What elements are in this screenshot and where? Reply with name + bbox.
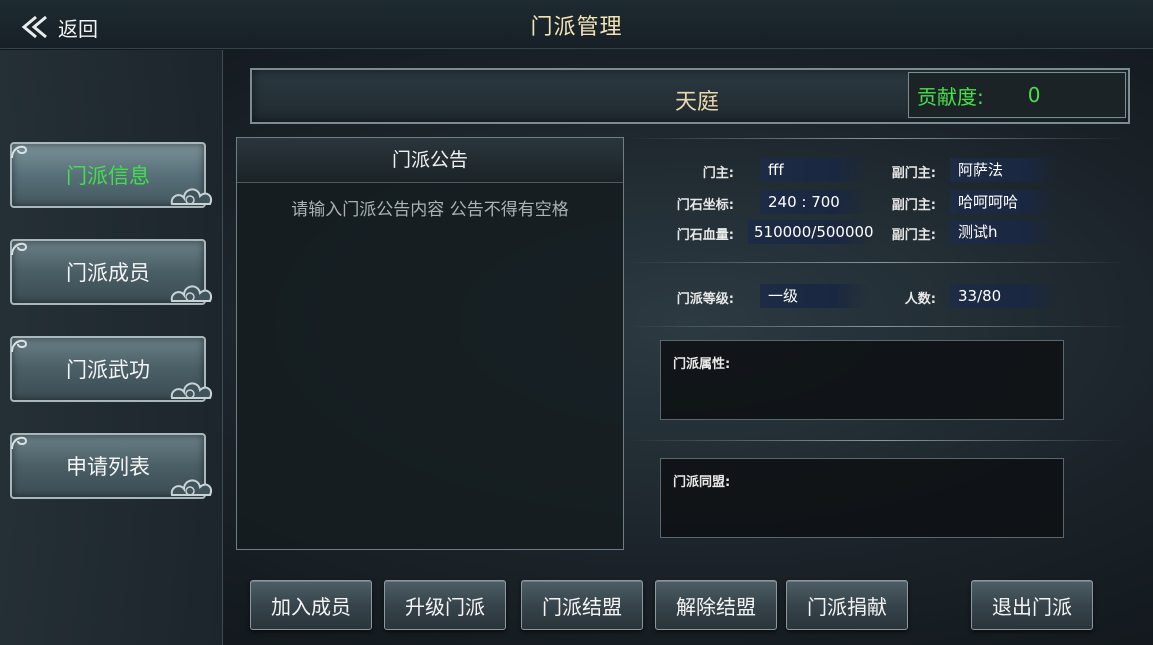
contribution-value: 0 (1027, 83, 1041, 107)
sidebar-item-label: 门派武功 (66, 358, 150, 382)
join-member-button[interactable]: 加入成员 (250, 580, 372, 630)
top-bar: 返回 门派管理 (0, 0, 1153, 49)
stone-hp-value: 510000/500000 (748, 220, 874, 244)
contribution-box: 贡献度: 0 (908, 72, 1126, 118)
sidebar-item-sect-members[interactable]: 门派成员 (10, 239, 212, 305)
vice-leader-label: 副门主: (891, 228, 936, 243)
cloud-ornament-icon (170, 479, 212, 496)
member-count-label: 人数: (904, 292, 936, 307)
sect-donate-button[interactable]: 门派捐献 (786, 580, 908, 630)
vice-leader-label: 副门主: (891, 198, 936, 213)
sect-attributes-box: 门派属性: (660, 340, 1064, 420)
sidebar-item-apply-list[interactable]: 申请列表 (10, 433, 212, 499)
vice-leader-value: 测试h (950, 220, 1058, 244)
sidebar-item-sect-skills[interactable]: 门派武功 (10, 336, 212, 402)
scroll-curl-icon (11, 339, 28, 353)
member-count-value: 33/80 (950, 284, 1058, 308)
scroll-curl-icon (11, 242, 28, 256)
sect-level-value: 一级 (760, 284, 868, 308)
sect-alliance-box: 门派同盟: (660, 458, 1064, 538)
dissolve-alliance-button[interactable]: 解除结盟 (655, 580, 777, 630)
sect-attributes-label: 门派属性: (673, 357, 731, 372)
stone-hp-label: 门石血量: (676, 228, 734, 243)
leader-value: fff (760, 158, 868, 182)
scroll-curl-icon (11, 436, 28, 450)
sect-alliance-button[interactable]: 门派结盟 (521, 580, 643, 630)
sidebar-item-label: 申请列表 (66, 455, 150, 479)
notice-panel: 门派公告 请输入门派公告内容 公告不得有空格 (236, 137, 624, 550)
sect-banner: 天庭 贡献度: 0 (250, 68, 1130, 124)
cloud-ornament-icon (170, 188, 212, 205)
vice-leader-label: 副门主: (891, 166, 936, 181)
contribution-label: 贡献度: (917, 84, 984, 109)
leader-label: 门主: (702, 166, 734, 181)
vice-leader-value: 阿萨法 (950, 158, 1058, 182)
sidebar-item-label: 门派成员 (66, 261, 150, 285)
sidebar-item-label: 门派信息 (66, 164, 150, 188)
sidebar: 门派信息 门派成员 门派武功 申请列表 (0, 50, 223, 645)
sect-info-panel: 门主: fff 副门主: 阿萨法 门石坐标: 240 : 700 副门主: 哈呵… (628, 128, 1153, 568)
vice-leader-value: 哈呵呵哈 (950, 190, 1058, 214)
cloud-ornament-icon (170, 382, 212, 399)
cloud-ornament-icon (170, 285, 212, 302)
divider (628, 440, 1128, 441)
notice-title: 门派公告 (237, 138, 623, 183)
upgrade-sect-button[interactable]: 升级门派 (384, 580, 506, 630)
scroll-curl-icon (11, 145, 28, 159)
page-title: 门派管理 (530, 15, 623, 40)
coord-label: 门石坐标: (676, 198, 734, 213)
sect-level-label: 门派等级: (676, 292, 734, 307)
sidebar-item-sect-info[interactable]: 门派信息 (10, 142, 212, 208)
sect-alliance-label: 门派同盟: (673, 475, 731, 490)
notice-input[interactable]: 请输入门派公告内容 公告不得有空格 (237, 195, 623, 220)
coord-value: 240 : 700 (760, 190, 868, 214)
quit-sect-button[interactable]: 退出门派 (971, 580, 1093, 630)
divider (628, 262, 1128, 263)
divider (628, 326, 1128, 327)
divider (628, 138, 1128, 139)
